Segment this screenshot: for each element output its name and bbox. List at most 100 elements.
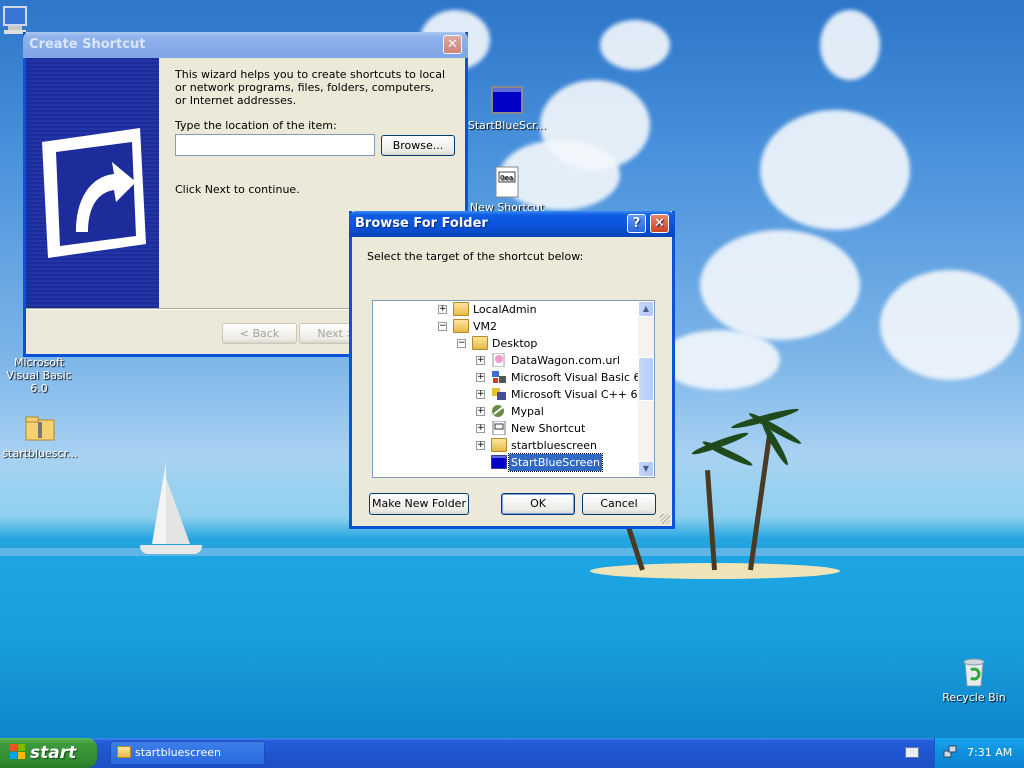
scroll-thumb[interactable] [638, 357, 654, 401]
tree-item-label: StartBlueScreen [507, 453, 604, 472]
instruction-text: Select the target of the shortcut below: [367, 250, 584, 263]
tree-item[interactable]: + Microsoft Visual Basic 6.0 [373, 369, 651, 386]
sailboat-hull [140, 545, 202, 554]
cloud [880, 270, 1020, 380]
url-shortcut-icon [491, 352, 507, 368]
visual-basic-icon [491, 370, 507, 384]
window-icon [490, 454, 508, 470]
collapse-toggle[interactable]: − [457, 339, 466, 348]
expand-toggle[interactable]: + [476, 441, 485, 450]
browse-button[interactable]: Browse... [381, 135, 455, 156]
wizard-banner [26, 58, 159, 308]
chevron-up-icon: ▲ [642, 304, 650, 313]
tree-item-label: Mypal [511, 405, 544, 418]
cloud [660, 330, 780, 390]
title-bar[interactable]: Browse For Folder ? ✕ [349, 211, 675, 237]
tree-item-label: New Shortcut [511, 422, 586, 435]
tree-item-label: startbluescreen [511, 439, 597, 452]
desktop-icon-label: Microsoft Visual Basic 6.0 [6, 356, 72, 395]
desktop-icon-startbluescreen-app[interactable]: StartBlueScr... [467, 84, 547, 132]
shortcut-arrow-icon [36, 124, 146, 258]
svg-text:0ea: 0ea [500, 174, 513, 182]
desktop-icon-new-shortcut[interactable]: 0ea New Shortcut [467, 166, 547, 214]
cancel-button[interactable]: Cancel [582, 493, 656, 515]
folder-icon [117, 746, 131, 758]
folder-icon [453, 319, 469, 333]
tree-item-label: Desktop [492, 337, 538, 350]
sailboat-sail [152, 462, 166, 544]
taskbar: start startbluescreen 7:31 AM [0, 738, 1024, 768]
cloud [760, 110, 910, 230]
title-bar[interactable]: Create Shortcut ✕ [23, 32, 468, 58]
expand-toggle[interactable]: + [476, 424, 485, 433]
windows-logo-icon [10, 740, 26, 759]
visual-cpp-icon [491, 387, 507, 401]
desktop-icon-label: startbluescr... [2, 447, 78, 460]
cloud [600, 20, 670, 70]
ok-button[interactable]: OK [501, 493, 575, 515]
tree-item[interactable]: + Microsoft Visual C++ 6.0 [373, 386, 648, 403]
recycle-bin-icon [958, 656, 990, 688]
tree-item-selected[interactable]: StartBlueScreen [373, 453, 639, 472]
chevron-down-icon: ▼ [642, 464, 650, 473]
desktop-icon-recycle-bin[interactable]: Recycle Bin [934, 656, 1014, 704]
tree-scrollbar[interactable]: ▲ ▼ [638, 301, 654, 477]
desktop-icon-startbluescreen-folder[interactable]: startbluescr... [0, 412, 80, 460]
tree-item[interactable]: + DataWagon.com.url [373, 352, 639, 369]
shortcut-file-icon: 0ea [491, 166, 523, 198]
start-button[interactable]: start [0, 738, 97, 768]
tree-item[interactable]: + New Shortcut [373, 420, 639, 437]
scroll-up-button[interactable]: ▲ [638, 301, 654, 317]
scroll-down-button[interactable]: ▼ [638, 461, 654, 477]
folder-zip-icon [24, 412, 56, 444]
network-icon[interactable] [943, 741, 957, 758]
back-button[interactable]: < Back [222, 323, 297, 344]
tree-item-label: Microsoft Visual C++ 6.0 [511, 388, 648, 401]
window-icon [491, 84, 523, 116]
zip-folder-icon [491, 438, 507, 452]
expand-toggle[interactable]: + [476, 373, 485, 382]
cloud [820, 10, 880, 80]
mypal-icon [491, 404, 507, 418]
folder-tree[interactable]: + LocalAdmin − VM2 − Desktop + DataWagon… [372, 300, 655, 478]
tree-item-label: LocalAdmin [473, 303, 537, 316]
tree-item[interactable]: − Desktop [373, 335, 639, 352]
tree-item[interactable]: − VM2 [373, 318, 639, 335]
expand-toggle[interactable]: + [476, 390, 485, 399]
keyboard-icon[interactable] [905, 747, 919, 758]
close-icon: ✕ [447, 37, 458, 52]
tree-item[interactable]: + Mypal [373, 403, 639, 420]
tree-item[interactable]: + startbluescreen [373, 437, 639, 454]
tree-item-label: Microsoft Visual Basic 6.0 [511, 371, 652, 384]
make-new-folder-button[interactable]: Make New Folder [369, 493, 469, 515]
tree-item-label: DataWagon.com.url [511, 354, 620, 367]
tree-item-label: VM2 [473, 320, 498, 333]
resize-grip[interactable] [660, 514, 670, 524]
expand-toggle[interactable]: + [476, 356, 485, 365]
folder-icon [453, 302, 469, 316]
expand-toggle[interactable]: + [476, 407, 485, 416]
folder-icon [472, 336, 488, 350]
close-button[interactable]: ✕ [443, 35, 462, 54]
window-title: Create Shortcut [29, 37, 146, 52]
sea [0, 556, 1024, 738]
dialog-title: Browse For Folder [355, 216, 488, 231]
close-button[interactable]: ✕ [650, 214, 669, 233]
location-label: Type the location of the item: [175, 119, 337, 132]
collapse-toggle[interactable]: − [438, 322, 447, 331]
close-icon: ✕ [654, 216, 665, 231]
system-tray: 7:31 AM [934, 738, 1024, 768]
cloud [700, 230, 860, 340]
wizard-intro: This wizard helps you to create shortcut… [175, 68, 446, 107]
desktop-icon-visual-basic[interactable]: Microsoft Visual Basic 6.0 [0, 356, 78, 395]
continue-text: Click Next to continue. [175, 183, 300, 196]
browse-folder-dialog: Browse For Folder ? ✕ Select the target … [349, 211, 675, 529]
expand-toggle[interactable]: + [438, 305, 447, 314]
tree-item[interactable]: + LocalAdmin [373, 301, 639, 318]
location-input[interactable] [175, 134, 375, 156]
desktop-icon-label: Recycle Bin [942, 691, 1006, 704]
taskbar-item-startbluescreen[interactable]: startbluescreen [110, 741, 265, 765]
clock[interactable]: 7:31 AM [967, 746, 1012, 759]
shortcut-file-icon [491, 420, 507, 436]
help-button[interactable]: ? [627, 214, 646, 233]
